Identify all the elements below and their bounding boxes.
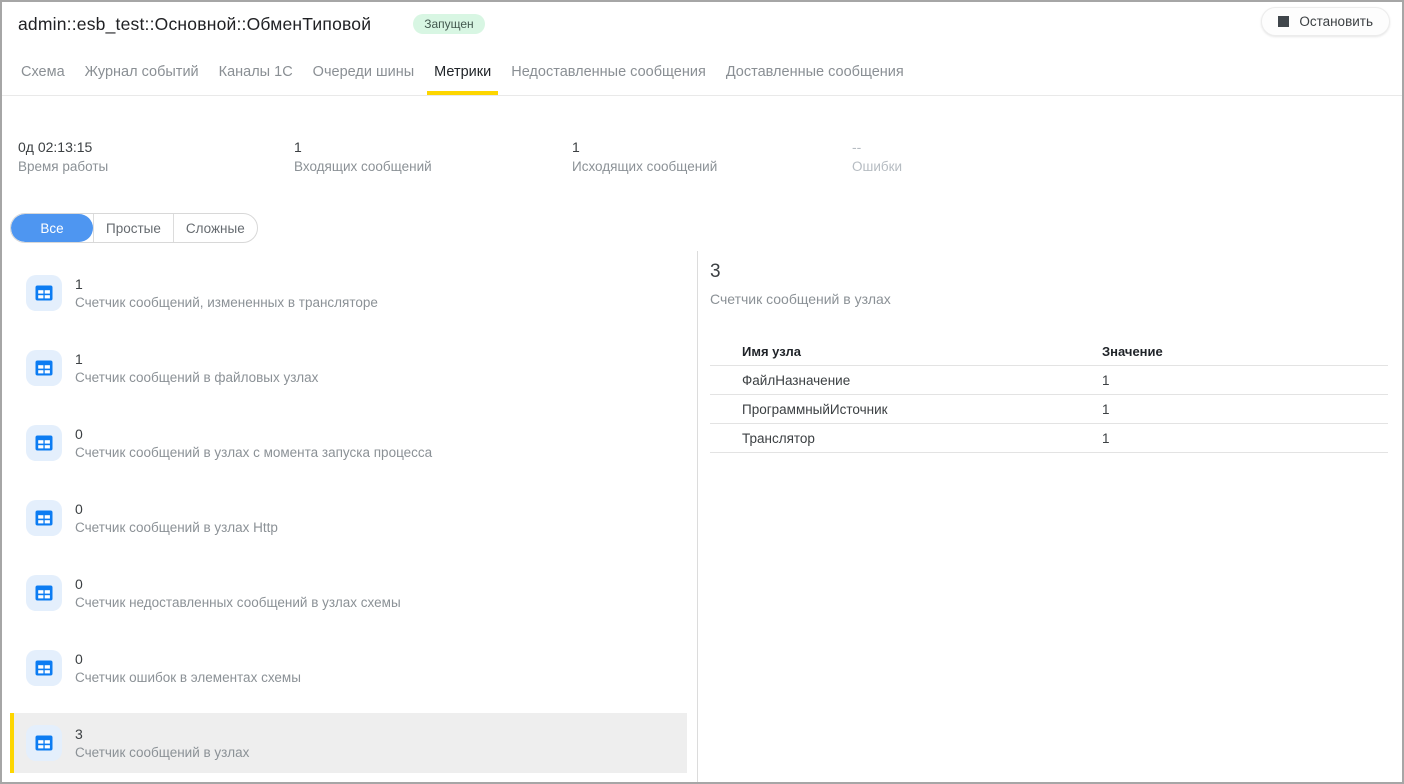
node-name-cell: ПрограммныйИсточник xyxy=(710,395,1102,424)
app-window: admin::esb_test::Основной::ОбменТиповой … xyxy=(0,0,1404,784)
filter-option-complex[interactable]: Сложные xyxy=(173,214,257,242)
node-value-cell: 1 xyxy=(1102,424,1388,453)
counter-item[interactable]: 0 Счетчик ошибок в элементах схемы xyxy=(10,638,687,698)
counter-item[interactable]: 0 Счетчик сообщений в узлах с момента зап… xyxy=(10,413,687,473)
detail-value: 3 xyxy=(710,261,1388,283)
counter-filter-row: ВсеПростыеСложные xyxy=(10,213,1402,243)
node-value-cell: 1 xyxy=(1102,366,1388,395)
header: admin::esb_test::Основной::ОбменТиповой … xyxy=(2,2,1402,44)
metric-value: 0д 02:13:15 xyxy=(18,139,294,155)
node-name-cell: ФайлНазначение xyxy=(710,366,1102,395)
counter-item-selected[interactable]: 3 Счетчик сообщений в узлах xyxy=(10,713,687,773)
metric-incoming-messages: 1 Входящих сообщений xyxy=(294,139,572,174)
detail-table-row: ФайлНазначение1 xyxy=(710,366,1388,395)
counter-label: Счетчик сообщений в узлах с момента запу… xyxy=(75,445,432,460)
page-title: admin::esb_test::Основной::ОбменТиповой xyxy=(18,14,371,35)
metric-label: Исходящих сообщений xyxy=(572,159,852,174)
tab-event-log[interactable]: Журнал событий xyxy=(78,44,206,95)
counter-label: Счетчик сообщений в файловых узлах xyxy=(75,370,318,385)
counter-text: 0 Счетчик недоставленных сообщений в узла… xyxy=(75,576,401,610)
detail-table-row: ПрограммныйИсточник1 xyxy=(710,395,1388,424)
counter-value: 0 xyxy=(75,651,301,667)
counter-value: 1 xyxy=(75,351,318,367)
counter-filter: ВсеПростыеСложные xyxy=(10,213,258,243)
counter-value: 0 xyxy=(75,576,401,592)
detail-label: Счетчик сообщений в узлах xyxy=(710,291,1388,307)
detail-table-header-row: Имя узлаЗначение xyxy=(710,337,1388,366)
counter-value: 3 xyxy=(75,726,249,742)
counter-value: 0 xyxy=(75,426,432,442)
counter-item[interactable]: 0 Счетчик сообщений в узлах Http xyxy=(10,488,687,548)
counter-detail-panel: 3 Счетчик сообщений в узлах Имя узлаЗнач… xyxy=(698,251,1402,783)
metric-label: Ошибки xyxy=(852,159,1386,174)
metric-value: 1 xyxy=(572,139,852,155)
tab-metrics[interactable]: Метрики xyxy=(427,44,498,95)
counter-label: Счетчик сообщений в узлах Http xyxy=(75,520,278,535)
detail-table-row: Транслятор1 xyxy=(710,424,1388,453)
counter-label: Счетчик ошибок в элементах схемы xyxy=(75,670,301,685)
filter-option-simple[interactable]: Простые xyxy=(93,214,173,242)
counter-label: Счетчик сообщений, измененных в транслят… xyxy=(75,295,378,310)
tab-bus-queues[interactable]: Очереди шины xyxy=(306,44,421,95)
counter-label: Счетчик недоставленных сообщений в узлах… xyxy=(75,595,401,610)
tab-bar: СхемаЖурнал событийКаналы 1СОчереди шины… xyxy=(2,44,1402,96)
metric-uptime: 0д 02:13:15 Время работы xyxy=(18,139,294,174)
counter-label: Счетчик сообщений в узлах xyxy=(75,745,249,760)
detail-column-header: Значение xyxy=(1102,337,1388,366)
counter-item[interactable]: 1 Счетчик сообщений, измененных в трансля… xyxy=(10,263,687,323)
counter-value: 0 xyxy=(75,501,278,517)
detail-table: Имя узлаЗначение ФайлНазначение1Программ… xyxy=(710,337,1388,453)
summary-metrics: 0д 02:13:15Время работы1Входящих сообщен… xyxy=(2,96,1402,194)
counter-text: 1 Счетчик сообщений, измененных в трансля… xyxy=(75,276,378,310)
metric-value: 1 xyxy=(294,139,572,155)
status-badge: Запущен xyxy=(413,14,484,34)
counter-item[interactable]: 1 Счетчик сообщений в файловых узлах xyxy=(10,338,687,398)
counter-text: 0 Счетчик сообщений в узлах Http xyxy=(75,501,278,535)
table-grid-icon xyxy=(26,500,62,536)
counter-item[interactable]: 0 Счетчик недоставленных сообщений в узла… xyxy=(10,563,687,623)
table-grid-icon xyxy=(26,650,62,686)
stop-square-icon xyxy=(1278,16,1289,27)
counter-text: 3 Счетчик сообщений в узлах xyxy=(75,726,249,760)
table-grid-icon xyxy=(26,275,62,311)
table-grid-icon xyxy=(26,725,62,761)
filter-option-all[interactable]: Все xyxy=(11,214,93,242)
tab-delivered-messages[interactable]: Доставленные сообщения xyxy=(719,44,911,95)
tab-undelivered-messages[interactable]: Недоставленные сообщения xyxy=(504,44,713,95)
content-panes: 1 Счетчик сообщений, измененных в трансля… xyxy=(2,251,1402,783)
counter-text: 1 Счетчик сообщений в файловых узлах xyxy=(75,351,318,385)
table-grid-icon xyxy=(26,425,62,461)
node-value-cell: 1 xyxy=(1102,395,1388,424)
table-grid-icon xyxy=(26,350,62,386)
counter-text: 0 Счетчик ошибок в элементах схемы xyxy=(75,651,301,685)
metric-outgoing-messages: 1 Исходящих сообщений xyxy=(572,139,852,174)
tab-schema[interactable]: Схема xyxy=(14,44,72,95)
table-grid-icon xyxy=(26,575,62,611)
metric-value: -- xyxy=(852,139,1386,155)
stop-button[interactable]: Остановить xyxy=(1261,7,1390,36)
counter-list: 1 Счетчик сообщений, измененных в трансля… xyxy=(2,251,698,783)
node-name-cell: Транслятор xyxy=(710,424,1102,453)
stop-button-label: Остановить xyxy=(1299,14,1373,29)
detail-column-header: Имя узла xyxy=(710,337,1102,366)
metric-label: Входящих сообщений xyxy=(294,159,572,174)
counter-text: 0 Счетчик сообщений в узлах с момента зап… xyxy=(75,426,432,460)
tab-channels-1c[interactable]: Каналы 1С xyxy=(212,44,300,95)
counter-value: 1 xyxy=(75,276,378,292)
metric-label: Время работы xyxy=(18,159,294,174)
metric-errors: -- Ошибки xyxy=(852,139,1386,174)
